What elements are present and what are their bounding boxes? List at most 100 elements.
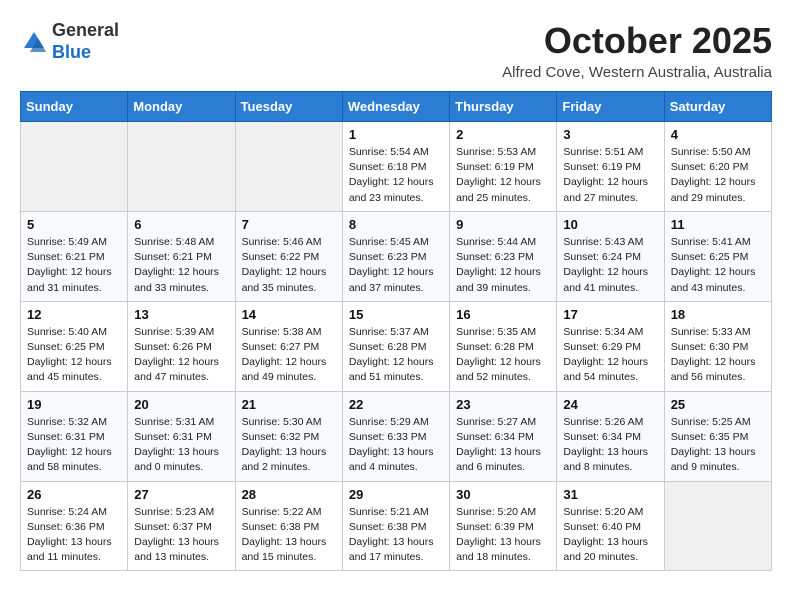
day-number: 25 bbox=[671, 397, 765, 412]
day-info: Sunrise: 5:46 AM Sunset: 6:22 PM Dayligh… bbox=[242, 235, 336, 296]
calendar-cell: 30 Sunrise: 5:20 AM Sunset: 6:39 PM Dayli… bbox=[450, 481, 557, 571]
day-info: Sunrise: 5:50 AM Sunset: 6:20 PM Dayligh… bbox=[671, 145, 765, 206]
calendar-header-row: SundayMondayTuesdayWednesdayThursdayFrid… bbox=[21, 92, 772, 122]
calendar-table: SundayMondayTuesdayWednesdayThursdayFrid… bbox=[20, 91, 772, 571]
day-info: Sunrise: 5:43 AM Sunset: 6:24 PM Dayligh… bbox=[563, 235, 657, 296]
day-number: 2 bbox=[456, 127, 550, 142]
calendar-cell: 1 Sunrise: 5:54 AM Sunset: 6:18 PM Daylig… bbox=[342, 122, 449, 212]
calendar-cell: 25 Sunrise: 5:25 AM Sunset: 6:35 PM Dayli… bbox=[664, 391, 771, 481]
calendar-cell bbox=[128, 122, 235, 212]
day-number: 15 bbox=[349, 307, 443, 322]
logo-icon bbox=[20, 28, 48, 56]
logo: General Blue bbox=[20, 20, 119, 63]
calendar-cell: 16 Sunrise: 5:35 AM Sunset: 6:28 PM Dayli… bbox=[450, 301, 557, 391]
calendar-cell: 22 Sunrise: 5:29 AM Sunset: 6:33 PM Dayli… bbox=[342, 391, 449, 481]
day-number: 20 bbox=[134, 397, 228, 412]
calendar-cell: 13 Sunrise: 5:39 AM Sunset: 6:26 PM Dayli… bbox=[128, 301, 235, 391]
calendar-cell: 17Sunrise: 5:34 AM Sunset: 6:29 PM Dayli… bbox=[557, 301, 664, 391]
calendar-cell: 27Sunrise: 5:23 AM Sunset: 6:37 PM Dayli… bbox=[128, 481, 235, 571]
weekday-header-thursday: Thursday bbox=[450, 92, 557, 122]
day-number: 4 bbox=[671, 127, 765, 142]
calendar-week-row: 1 Sunrise: 5:54 AM Sunset: 6:18 PM Daylig… bbox=[21, 122, 772, 212]
day-number: 9 bbox=[456, 217, 550, 232]
day-info: Sunrise: 5:38 AM Sunset: 6:27 PM Dayligh… bbox=[242, 325, 336, 386]
page-header: General Blue October 2025 Alfred Cove, W… bbox=[20, 20, 772, 81]
day-info: Sunrise: 5:51 AM Sunset: 6:19 PM Dayligh… bbox=[563, 145, 657, 206]
day-number: 3 bbox=[563, 127, 657, 142]
day-number: 8 bbox=[349, 217, 443, 232]
day-number: 22 bbox=[349, 397, 443, 412]
day-number: 31 bbox=[563, 487, 657, 502]
day-info: Sunrise: 5:22 AM Sunset: 6:38 PM Dayligh… bbox=[242, 505, 336, 566]
day-info: Sunrise: 5:44 AM Sunset: 6:23 PM Dayligh… bbox=[456, 235, 550, 296]
day-info: Sunrise: 5:32 AM Sunset: 6:31 PM Dayligh… bbox=[27, 415, 121, 476]
calendar-week-row: 12Sunrise: 5:40 AM Sunset: 6:25 PM Dayli… bbox=[21, 301, 772, 391]
day-info: Sunrise: 5:39 AM Sunset: 6:26 PM Dayligh… bbox=[134, 325, 228, 386]
calendar-cell bbox=[664, 481, 771, 571]
day-number: 26 bbox=[27, 487, 121, 502]
day-number: 17 bbox=[563, 307, 657, 322]
calendar-cell: 7 Sunrise: 5:46 AM Sunset: 6:22 PM Daylig… bbox=[235, 211, 342, 301]
calendar-cell bbox=[21, 122, 128, 212]
day-number: 21 bbox=[242, 397, 336, 412]
day-number: 7 bbox=[242, 217, 336, 232]
day-number: 11 bbox=[671, 217, 765, 232]
day-number: 19 bbox=[27, 397, 121, 412]
day-number: 30 bbox=[456, 487, 550, 502]
day-info: Sunrise: 5:49 AM Sunset: 6:21 PM Dayligh… bbox=[27, 235, 121, 296]
day-info: Sunrise: 5:54 AM Sunset: 6:18 PM Dayligh… bbox=[349, 145, 443, 206]
day-info: Sunrise: 5:27 AM Sunset: 6:34 PM Dayligh… bbox=[456, 415, 550, 476]
day-number: 6 bbox=[134, 217, 228, 232]
calendar-cell: 10Sunrise: 5:43 AM Sunset: 6:24 PM Dayli… bbox=[557, 211, 664, 301]
calendar-cell: 24 Sunrise: 5:26 AM Sunset: 6:34 PM Dayli… bbox=[557, 391, 664, 481]
title-block: October 2025 Alfred Cove, Western Austra… bbox=[502, 20, 772, 81]
calendar-cell: 11Sunrise: 5:41 AM Sunset: 6:25 PM Dayli… bbox=[664, 211, 771, 301]
day-info: Sunrise: 5:35 AM Sunset: 6:28 PM Dayligh… bbox=[456, 325, 550, 386]
calendar-cell: 4 Sunrise: 5:50 AM Sunset: 6:20 PM Daylig… bbox=[664, 122, 771, 212]
logo-general: General bbox=[52, 20, 119, 40]
calendar-cell: 15 Sunrise: 5:37 AM Sunset: 6:28 PM Dayli… bbox=[342, 301, 449, 391]
day-info: Sunrise: 5:31 AM Sunset: 6:31 PM Dayligh… bbox=[134, 415, 228, 476]
calendar-cell: 20 Sunrise: 5:31 AM Sunset: 6:31 PM Dayli… bbox=[128, 391, 235, 481]
calendar-week-row: 19 Sunrise: 5:32 AM Sunset: 6:31 PM Dayli… bbox=[21, 391, 772, 481]
calendar-cell: 31Sunrise: 5:20 AM Sunset: 6:40 PM Dayli… bbox=[557, 481, 664, 571]
day-number: 5 bbox=[27, 217, 121, 232]
calendar-cell: 2 Sunrise: 5:53 AM Sunset: 6:19 PM Daylig… bbox=[450, 122, 557, 212]
day-number: 27 bbox=[134, 487, 228, 502]
weekday-header-monday: Monday bbox=[128, 92, 235, 122]
calendar-cell: 12Sunrise: 5:40 AM Sunset: 6:25 PM Dayli… bbox=[21, 301, 128, 391]
day-info: Sunrise: 5:25 AM Sunset: 6:35 PM Dayligh… bbox=[671, 415, 765, 476]
day-info: Sunrise: 5:48 AM Sunset: 6:21 PM Dayligh… bbox=[134, 235, 228, 296]
day-number: 1 bbox=[349, 127, 443, 142]
day-info: Sunrise: 5:53 AM Sunset: 6:19 PM Dayligh… bbox=[456, 145, 550, 206]
day-info: Sunrise: 5:37 AM Sunset: 6:28 PM Dayligh… bbox=[349, 325, 443, 386]
day-info: Sunrise: 5:33 AM Sunset: 6:30 PM Dayligh… bbox=[671, 325, 765, 386]
calendar-cell: 9 Sunrise: 5:44 AM Sunset: 6:23 PM Daylig… bbox=[450, 211, 557, 301]
day-info: Sunrise: 5:30 AM Sunset: 6:32 PM Dayligh… bbox=[242, 415, 336, 476]
day-number: 24 bbox=[563, 397, 657, 412]
day-number: 16 bbox=[456, 307, 550, 322]
day-number: 13 bbox=[134, 307, 228, 322]
logo-text: General Blue bbox=[52, 20, 119, 63]
day-number: 12 bbox=[27, 307, 121, 322]
day-info: Sunrise: 5:29 AM Sunset: 6:33 PM Dayligh… bbox=[349, 415, 443, 476]
calendar-week-row: 5 Sunrise: 5:49 AM Sunset: 6:21 PM Daylig… bbox=[21, 211, 772, 301]
calendar-cell: 5 Sunrise: 5:49 AM Sunset: 6:21 PM Daylig… bbox=[21, 211, 128, 301]
calendar-cell: 28Sunrise: 5:22 AM Sunset: 6:38 PM Dayli… bbox=[235, 481, 342, 571]
calendar-cell: 18 Sunrise: 5:33 AM Sunset: 6:30 PM Dayli… bbox=[664, 301, 771, 391]
weekday-header-wednesday: Wednesday bbox=[342, 92, 449, 122]
calendar-cell: 29Sunrise: 5:21 AM Sunset: 6:38 PM Dayli… bbox=[342, 481, 449, 571]
calendar-week-row: 26Sunrise: 5:24 AM Sunset: 6:36 PM Dayli… bbox=[21, 481, 772, 571]
weekday-header-tuesday: Tuesday bbox=[235, 92, 342, 122]
weekday-header-friday: Friday bbox=[557, 92, 664, 122]
calendar-cell: 19 Sunrise: 5:32 AM Sunset: 6:31 PM Dayli… bbox=[21, 391, 128, 481]
calendar-cell: 3 Sunrise: 5:51 AM Sunset: 6:19 PM Daylig… bbox=[557, 122, 664, 212]
day-number: 18 bbox=[671, 307, 765, 322]
calendar-cell: 8Sunrise: 5:45 AM Sunset: 6:23 PM Daylig… bbox=[342, 211, 449, 301]
calendar-cell: 23 Sunrise: 5:27 AM Sunset: 6:34 PM Dayli… bbox=[450, 391, 557, 481]
day-number: 23 bbox=[456, 397, 550, 412]
day-info: Sunrise: 5:20 AM Sunset: 6:39 PM Dayligh… bbox=[456, 505, 550, 566]
day-info: Sunrise: 5:26 AM Sunset: 6:34 PM Dayligh… bbox=[563, 415, 657, 476]
location-title: Alfred Cove, Western Australia, Australi… bbox=[502, 64, 772, 81]
day-number: 29 bbox=[349, 487, 443, 502]
